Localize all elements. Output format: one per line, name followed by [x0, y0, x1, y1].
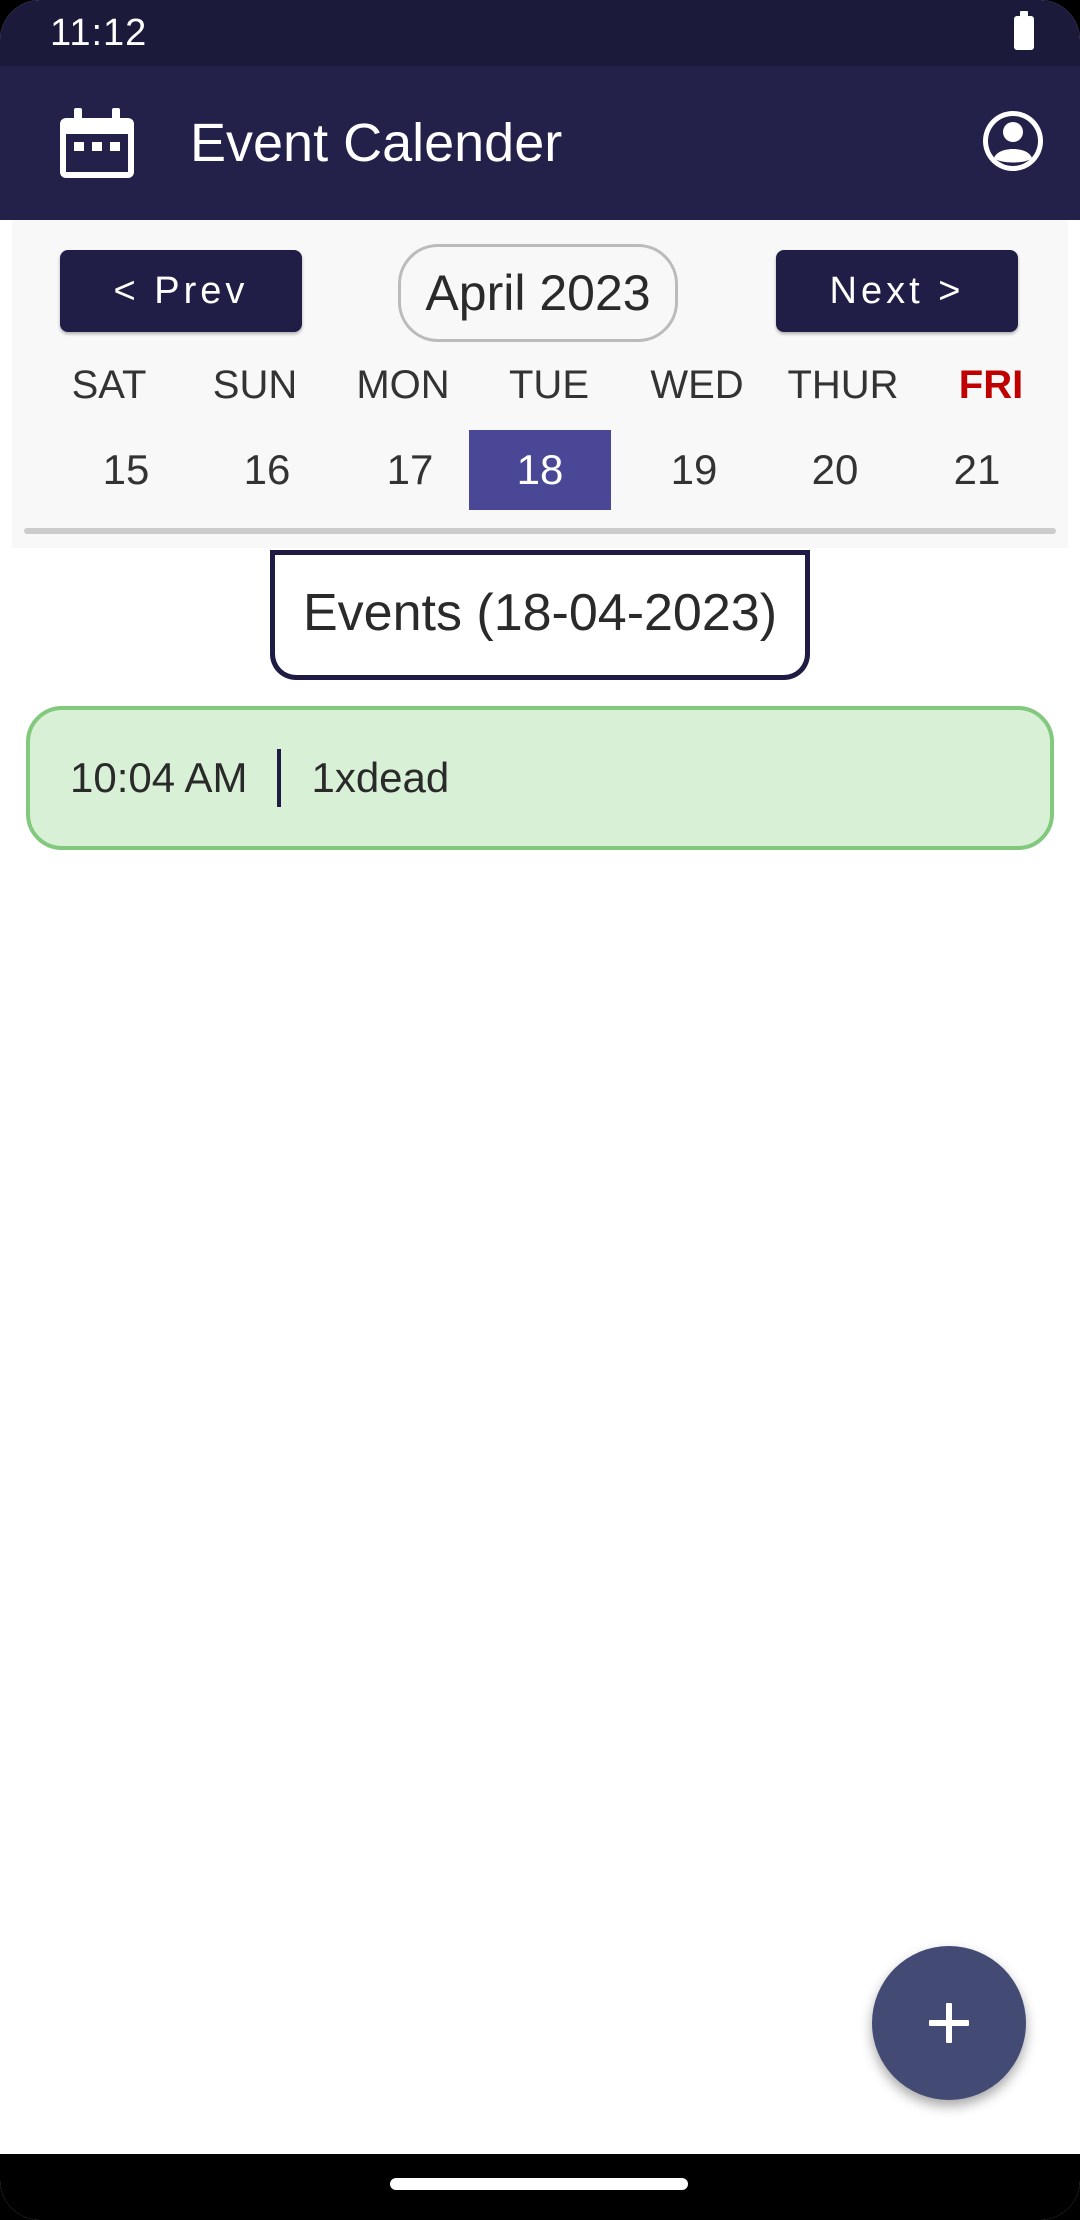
app-screen: 11:12 Event Calender < Prev April 2023 N…	[0, 0, 1080, 2220]
status-time: 11:12	[50, 12, 148, 54]
weekday-sun: SUN	[212, 363, 298, 407]
next-week-button[interactable]: Next >	[776, 250, 1018, 332]
prev-week-button[interactable]: < Prev	[60, 250, 302, 332]
month-label: April 2023	[398, 244, 678, 342]
weekday-wed: WED	[650, 363, 744, 407]
weekday-mon: MON	[356, 363, 450, 407]
week-calendar: < Prev April 2023 Next > SAT SUN MON TUE…	[12, 220, 1068, 548]
app-title: Event Calender	[190, 113, 563, 173]
battery-full-icon	[1014, 11, 1034, 50]
account-circle-icon[interactable]	[980, 108, 1046, 174]
day-cell-17[interactable]: 17	[339, 430, 481, 510]
event-list-item[interactable]: 10:04 AM 1xdead	[26, 706, 1054, 850]
event-separator	[277, 749, 282, 807]
system-nav-bar	[0, 2154, 1080, 2220]
weekday-sat: SAT	[71, 363, 147, 407]
status-bar: 11:12	[0, 0, 1080, 66]
app-bar: Event Calender	[0, 66, 1080, 220]
day-cell-19[interactable]: 19	[623, 430, 765, 510]
add-event-button[interactable]	[872, 1946, 1026, 2100]
day-cell-18-selected[interactable]: 18	[469, 430, 611, 510]
weekday-fri: FRI	[958, 363, 1024, 407]
home-handle[interactable]	[390, 2178, 688, 2190]
calendar-icon	[58, 108, 136, 180]
event-title: 1xdead	[311, 754, 450, 801]
weekday-tue: TUE	[509, 363, 589, 407]
day-cell-20[interactable]: 20	[764, 430, 906, 510]
day-cell-21[interactable]: 21	[906, 430, 1048, 510]
day-cell-15[interactable]: 15	[55, 430, 197, 510]
events-header: Events (18-04-2023)	[270, 550, 810, 680]
event-time: 10:04 AM	[70, 754, 248, 801]
calendar-divider	[24, 528, 1056, 534]
day-cell-16[interactable]: 16	[196, 430, 338, 510]
weekday-thur: THUR	[787, 363, 899, 407]
plus-icon	[929, 2003, 969, 2043]
